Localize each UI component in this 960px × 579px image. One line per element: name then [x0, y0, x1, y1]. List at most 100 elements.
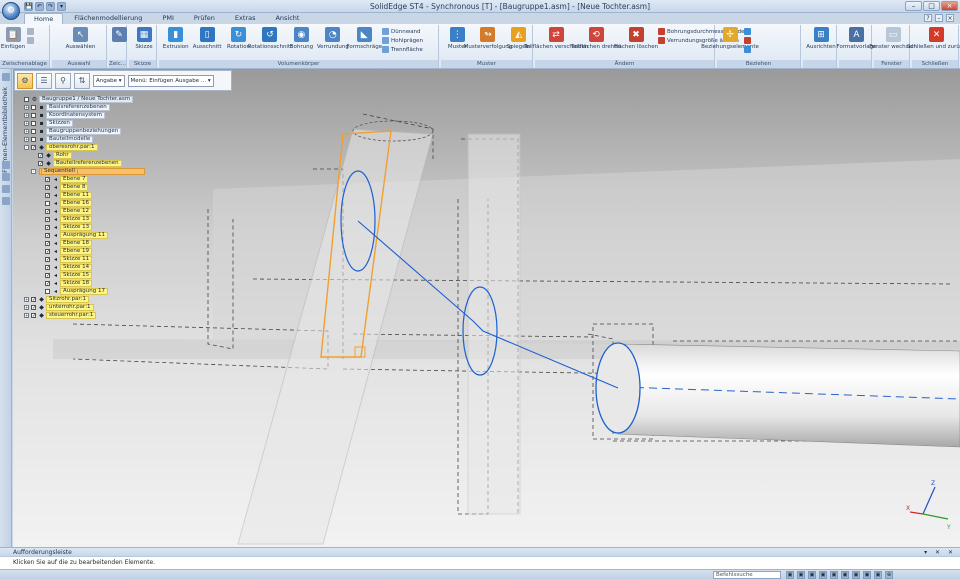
- close-button[interactable]: ×: [941, 1, 958, 11]
- visibility-checkbox[interactable]: ✓: [45, 177, 50, 183]
- visibility-checkbox[interactable]: ✓: [31, 313, 36, 319]
- round-button[interactable]: ◔ Verrundung: [317, 27, 349, 50]
- tab-extras[interactable]: Extras: [226, 13, 265, 24]
- visibility-checkbox[interactable]: ✓: [45, 193, 50, 199]
- tree-list-icon[interactable]: ☰: [36, 72, 52, 89]
- tree-item[interactable]: ✓ ◂ Ebene 19: [17, 248, 232, 256]
- sketch-button[interactable]: ▦ Skizze: [131, 27, 157, 50]
- tree-item[interactable]: + ▪ Bauteilmodelle: [17, 136, 232, 144]
- visibility-checkbox[interactable]: ✓: [31, 297, 36, 303]
- draft-button[interactable]: ◣ Formschräge: [346, 27, 382, 50]
- solid-cylinder[interactable]: [617, 343, 960, 448]
- visibility-checkbox[interactable]: [31, 113, 36, 118]
- family-icon[interactable]: [2, 185, 10, 193]
- extrude-button[interactable]: ▮ Extrusion: [161, 27, 190, 50]
- visibility-checkbox[interactable]: [45, 289, 50, 294]
- draw-button[interactable]: ✎: [111, 27, 127, 44]
- ribbon-small-button[interactable]: Trennfläche: [382, 46, 423, 53]
- status-view-button-2[interactable]: ▣: [808, 571, 816, 579]
- expand-toggle-icon[interactable]: -: [31, 169, 36, 174]
- visibility-checkbox[interactable]: ✓: [45, 241, 50, 247]
- status-view-button-7[interactable]: ▣: [863, 571, 871, 579]
- tree-item[interactable]: + ▪ Skizzen: [17, 120, 232, 128]
- minimize-button[interactable]: –: [905, 1, 922, 11]
- align-button[interactable]: ⊞ Ausrichten: [805, 27, 837, 50]
- qat-button-3[interactable]: ▾: [57, 2, 66, 11]
- tab-home[interactable]: Home: [24, 13, 64, 24]
- revolve-cut-button[interactable]: ↺ Rotationsschnitt: [248, 27, 292, 50]
- tree-item[interactable]: ✓ ◂ Skizze 15: [17, 272, 232, 280]
- tree-item[interactable]: + ▪ Koordinatensystem: [17, 112, 232, 120]
- status-view-button-5[interactable]: ▣: [841, 571, 849, 579]
- visibility-checkbox[interactable]: ✓: [45, 249, 50, 255]
- tree-item[interactable]: ✓ ◂ Ausprägung 11: [17, 232, 232, 240]
- pattern-along-curve-button[interactable]: ↬ Musterverfolgung: [464, 27, 512, 50]
- visibility-checkbox[interactable]: ✓: [45, 233, 50, 239]
- status-view-button-6[interactable]: ▣: [852, 571, 860, 579]
- tab-ansicht[interactable]: Ansicht: [266, 13, 308, 24]
- tree-item[interactable]: + ▪ Basisreferenzebenen: [17, 104, 232, 112]
- ribbon-small-button[interactable]: [27, 28, 36, 35]
- visibility-checkbox[interactable]: ✓: [31, 145, 36, 151]
- command-search-input[interactable]: Befehlssuche: [713, 571, 781, 579]
- expand-toggle-icon[interactable]: -: [24, 145, 29, 150]
- qat-button-2[interactable]: ↷: [46, 2, 55, 11]
- visibility-checkbox[interactable]: [31, 137, 36, 142]
- tree-item[interactable]: ⚙ Baugruppe1 / Neue Tochter.asm: [17, 96, 232, 104]
- status-view-button-0[interactable]: ▣: [786, 571, 794, 579]
- filter-select[interactable]: Angabe ▾: [93, 74, 125, 87]
- tree-item[interactable]: + ✓ ◆ steuerrohr.par:1: [17, 312, 232, 320]
- tab-flächenmodellierung[interactable]: Flächenmodellierung: [65, 13, 151, 24]
- visibility-checkbox[interactable]: ✓: [45, 257, 50, 263]
- library-icon[interactable]: [2, 73, 10, 81]
- tree-item[interactable]: ✓ ◂ Skizze 13: [17, 224, 232, 232]
- delete-faces-button[interactable]: ✖ Flächen löschen: [614, 27, 658, 50]
- expand-toggle-icon[interactable]: +: [24, 297, 29, 302]
- tree-item[interactable]: - Sequentiell: [17, 168, 232, 176]
- visibility-checkbox[interactable]: ✓: [45, 281, 50, 287]
- application-menu-button[interactable]: ⚙: [2, 2, 20, 20]
- tab-pmi[interactable]: PMI: [153, 13, 182, 24]
- status-view-button-4[interactable]: ▣: [830, 571, 838, 579]
- minimize-document-icon[interactable]: –: [935, 14, 943, 22]
- expand-toggle-icon[interactable]: +: [24, 313, 29, 318]
- tree-item[interactable]: ◂ Ebene 16: [17, 200, 232, 208]
- visibility-checkbox[interactable]: [31, 129, 36, 134]
- move-faces-button[interactable]: ⇄ Teilflächen verschieben: [524, 27, 588, 50]
- expand-toggle-icon[interactable]: +: [24, 129, 29, 134]
- tree-item[interactable]: + ✓ ◆ Sitzrohr.par:1: [17, 296, 232, 304]
- status-view-button-3[interactable]: ▣: [819, 571, 827, 579]
- qat-button-0[interactable]: 💾: [24, 2, 33, 11]
- expand-toggle-icon[interactable]: +: [24, 121, 29, 126]
- visibility-checkbox[interactable]: ✓: [45, 209, 50, 215]
- tree-item[interactable]: + ▪ Baugruppenbeziehungen: [17, 128, 232, 136]
- visibility-checkbox[interactable]: ✓: [45, 185, 50, 191]
- hole-button[interactable]: ◉ Bohrung: [287, 27, 316, 50]
- tree-item[interactable]: ✓ ◂ Skizze 11: [17, 256, 232, 264]
- visibility-checkbox[interactable]: [24, 97, 29, 102]
- menu-select[interactable]: Menü: Einfügen Ausgabe ... ▾: [127, 74, 214, 87]
- filter-icon[interactable]: ⚲: [55, 72, 71, 89]
- status-view-button-9[interactable]: ⊕: [885, 571, 893, 579]
- features-icon[interactable]: [2, 197, 10, 205]
- tree-item[interactable]: ✓ ◆ Bauteilreferenzebenen: [17, 160, 232, 168]
- clipboard-button[interactable]: 📋 Einfügen: [1, 27, 25, 50]
- expand-toggle-icon[interactable]: +: [24, 305, 29, 310]
- rotate-faces-button[interactable]: ⟲ Teilflächen drehen: [571, 27, 621, 50]
- tree-item[interactable]: ✓ ◂ Skizze 13: [17, 216, 232, 224]
- visibility-checkbox[interactable]: ✓: [45, 217, 50, 223]
- layers-icon[interactable]: [2, 161, 10, 169]
- visibility-checkbox[interactable]: ✓: [45, 225, 50, 231]
- library-tab-label[interactable]: Formen-Elementbibliothek: [1, 87, 9, 173]
- ribbon-small-button[interactable]: Hohlprägen: [382, 37, 423, 44]
- qat-button-1[interactable]: ↶: [35, 2, 44, 11]
- expand-toggle-icon[interactable]: +: [24, 105, 29, 110]
- close-document-icon[interactable]: ×: [946, 14, 954, 22]
- switch-window-button[interactable]: ▭ Fenster wechseln: [869, 27, 917, 50]
- visibility-checkbox[interactable]: ✓: [45, 273, 50, 279]
- relate-button[interactable]: ✢ Beziehungselemente: [701, 27, 759, 50]
- visibility-checkbox[interactable]: ✓: [45, 265, 50, 271]
- close-return-button[interactable]: ✕ Schließen und zurück: [907, 27, 960, 50]
- tree-item[interactable]: ◂ Ausprägung 17: [17, 288, 232, 296]
- visibility-checkbox[interactable]: ✓: [31, 305, 36, 311]
